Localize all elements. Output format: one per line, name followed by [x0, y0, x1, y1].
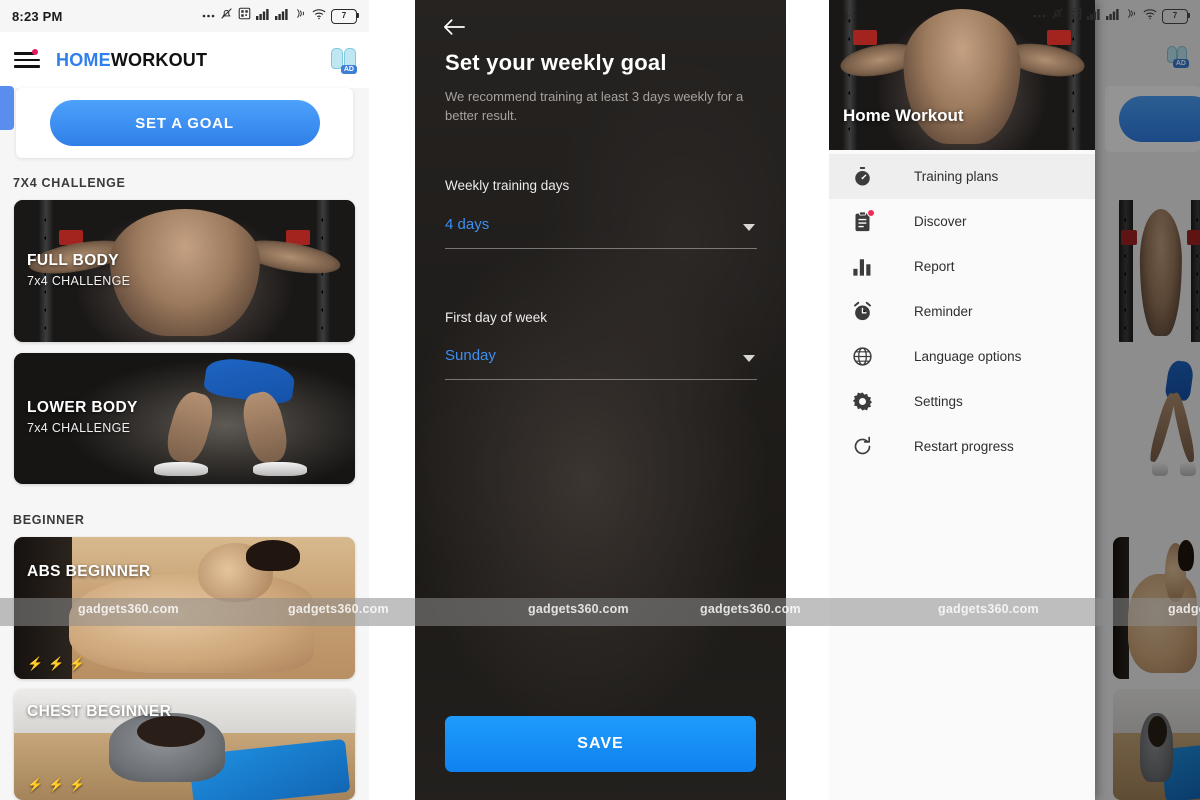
- drawer-item-label: Report: [914, 259, 955, 274]
- navigation-drawer: Home Workout Training plans Discover Rep…: [829, 0, 1095, 800]
- navigation-drawer-panel: AD 8:23 PM 7 Home Workout Training plans…: [829, 0, 1200, 800]
- gear-icon: [848, 388, 876, 416]
- bar-chart-icon: [848, 253, 876, 281]
- drawer-item-label: Settings: [914, 394, 963, 409]
- drawer-item-restart-progress[interactable]: Restart progress: [829, 424, 1095, 469]
- refresh-icon: [848, 433, 876, 461]
- stopwatch-icon: [848, 163, 876, 191]
- bolt-icon: ⚡: [27, 777, 44, 792]
- alarm-clock-icon: [848, 298, 876, 326]
- status-bar-time: 8:23 PM: [12, 8, 63, 24]
- screenshot-stage: 8:23 PM 7 HOMEWORKOUT AD SET A GOAL 7X4 …: [0, 0, 1200, 800]
- more-dots-icon: [1033, 7, 1046, 25]
- status-bar: 8:23 PM 7: [0, 0, 369, 32]
- signal-bars-icon: [256, 7, 270, 25]
- drawer-item-label: Discover: [914, 214, 967, 229]
- panel-gap-1: [369, 0, 415, 800]
- signal-bars-2-icon: [275, 7, 289, 25]
- first-day-of-week-label: First day of week: [445, 310, 548, 325]
- drawer-item-discover[interactable]: Discover: [829, 199, 1095, 244]
- card-title: LOWER BODY: [27, 399, 138, 416]
- bolt-icon: ⚡: [48, 656, 65, 671]
- workout-card-lower-body[interactable]: LOWER BODY 7x4 CHALLENGE: [14, 353, 355, 484]
- brand-secondary: WORKOUT: [110, 49, 208, 70]
- workout-card-full-body[interactable]: FULL BODY 7x4 CHALLENGE: [14, 200, 355, 342]
- home-screen-panel: 8:23 PM 7 HOMEWORKOUT AD SET A GOAL 7X4 …: [0, 0, 369, 800]
- card-title: FULL BODY: [27, 252, 120, 269]
- drawer-item-training-plans[interactable]: Training plans: [829, 154, 1095, 199]
- back-arrow-icon[interactable]: [437, 10, 471, 44]
- bolt-icon: ⚡: [69, 656, 86, 671]
- weekly-goal-title: Set your weekly goal: [445, 50, 667, 75]
- ad-label: AD: [340, 65, 357, 74]
- drawer-item-settings[interactable]: Settings: [829, 379, 1095, 424]
- status-bar: 8:23 PM 7: [829, 0, 1200, 32]
- bolt-icon: ⚡: [69, 777, 86, 792]
- battery-icon: 7: [331, 8, 359, 24]
- wifi-icon: [1143, 7, 1157, 25]
- clipboard-icon: [848, 208, 876, 236]
- drawer-item-report[interactable]: Report: [829, 244, 1095, 289]
- weekly-goal-subtitle: We recommend training at least 3 days we…: [445, 89, 744, 123]
- weekly-training-days-select[interactable]: 4 days: [445, 210, 757, 249]
- status-bar-icons: 7: [1033, 7, 1190, 25]
- bolt-icon: ⚡: [48, 777, 65, 792]
- workout-card-chest-beginner[interactable]: CHEST BEGINNER ⚡ ⚡ ⚡: [14, 689, 355, 800]
- chevron-down-icon[interactable]: [743, 224, 755, 231]
- drawer-item-label: Language options: [914, 349, 1022, 364]
- card-subtitle: 7x4 CHALLENGE: [27, 420, 131, 435]
- wifi-icon: [312, 7, 326, 25]
- hamburger-menu-icon[interactable]: [14, 49, 40, 70]
- save-button[interactable]: SAVE: [445, 716, 756, 772]
- weekly-goal-panel: Set your weekly goal We recommend traini…: [415, 0, 786, 800]
- drawer-item-language-options[interactable]: Language options: [829, 334, 1095, 379]
- chevron-down-icon[interactable]: [743, 355, 755, 362]
- set-a-goal-button[interactable]: SET A GOAL: [49, 100, 320, 146]
- status-bar-time: 8:23 PM: [841, 8, 892, 24]
- screenshot-icon: [1069, 7, 1082, 25]
- first-day-of-week-select[interactable]: Sunday: [445, 341, 757, 380]
- signal-bars-icon: [1087, 7, 1101, 25]
- drawer-header-title: Home Workout: [843, 106, 964, 125]
- status-bar-icons: 7: [202, 7, 359, 25]
- section-title-challenge: 7X4 CHALLENGE: [13, 176, 126, 190]
- first-day-of-week-value: Sunday: [445, 347, 496, 364]
- globe-icon: [848, 343, 876, 371]
- bolt-icon: ⚡: [27, 656, 44, 671]
- set-goal-card: SET A GOAL: [16, 88, 353, 158]
- drawer-item-label: Training plans: [914, 169, 999, 184]
- weekly-training-days-value: 4 days: [445, 216, 490, 233]
- edge-card-sliver: [0, 86, 14, 130]
- workout-card-abs-beginner[interactable]: ABS BEGINNER ⚡ ⚡ ⚡: [14, 537, 355, 679]
- difficulty-bolts: ⚡ ⚡ ⚡: [27, 657, 86, 670]
- card-title: CHEST BEGINNER: [27, 703, 172, 720]
- section-title-beginner: BEGINNER: [13, 513, 85, 527]
- more-dots-icon: [202, 7, 215, 25]
- drawer-menu-list: Training plans Discover Report Reminder …: [829, 154, 1095, 469]
- screenshot-icon: [238, 7, 251, 25]
- page-title: HOMEWORKOUT: [56, 50, 207, 71]
- drawer-item-label: Reminder: [914, 304, 973, 319]
- battery-level: 7: [341, 11, 347, 20]
- ad-earbuds-icon[interactable]: AD: [329, 48, 357, 74]
- menu-notification-dot: [32, 49, 38, 55]
- card-title: ABS BEGINNER: [27, 563, 151, 580]
- panel-gap-2: [786, 0, 829, 800]
- nfc-icon: [1125, 7, 1138, 25]
- battery-level: 7: [1172, 11, 1178, 20]
- nfc-icon: [294, 7, 307, 25]
- difficulty-bolts: ⚡ ⚡ ⚡: [27, 778, 86, 791]
- app-bar: HOMEWORKOUT AD: [0, 32, 369, 88]
- drawer-item-label: Restart progress: [914, 439, 1014, 454]
- mute-bell-icon: [220, 7, 233, 25]
- battery-icon: 7: [1162, 8, 1190, 24]
- drawer-item-reminder[interactable]: Reminder: [829, 289, 1095, 334]
- signal-bars-2-icon: [1106, 7, 1120, 25]
- discover-badge-dot: [867, 208, 875, 217]
- mute-bell-icon: [1051, 7, 1064, 25]
- brand-primary: HOME: [56, 49, 111, 70]
- weekly-training-days-label: Weekly training days: [445, 178, 570, 193]
- card-subtitle: 7x4 CHALLENGE: [27, 273, 131, 288]
